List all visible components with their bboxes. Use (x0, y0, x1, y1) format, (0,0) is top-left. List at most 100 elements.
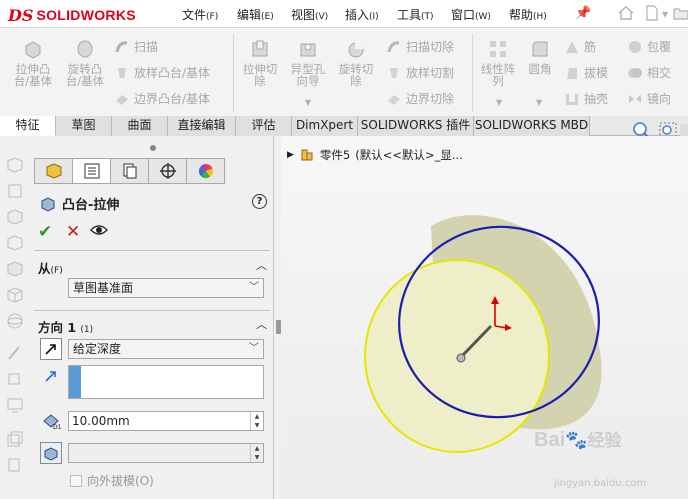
tab-solidworks-mbd[interactable]: SOLIDWORKS MBD (474, 116, 590, 136)
reverse-direction-icon (45, 344, 56, 355)
hole-wizard-icon (300, 43, 316, 57)
view-wire-icon[interactable] (6, 286, 24, 304)
tab-dimxpert-manager[interactable] (148, 158, 187, 184)
view-cube-icon[interactable] (6, 156, 24, 174)
boundary-cut-button[interactable]: 边界切除 (386, 90, 454, 107)
tab-display-manager[interactable] (186, 158, 225, 184)
tab-solidworks-addins[interactable]: SOLIDWORKS 插件 (358, 116, 474, 136)
wrap-button[interactable]: 包覆 (627, 38, 671, 55)
view-front-icon[interactable] (6, 182, 24, 200)
sweep-button[interactable]: 扫描 (114, 38, 158, 55)
shell-button[interactable]: 抽壳 (564, 90, 608, 107)
extrude-preview-canvas (364, 215, 602, 453)
ok-button[interactable]: ✔ (38, 222, 52, 242)
view-top-icon[interactable] (6, 208, 24, 226)
spinner-up-icon[interactable]: ▲ (250, 444, 263, 453)
section-divider (34, 250, 270, 251)
open-folder-icon[interactable] (672, 4, 688, 22)
preview-eye-icon[interactable] (90, 223, 108, 237)
menu-edit[interactable]: 编辑(E) (237, 6, 274, 23)
chevron-down-icon[interactable]: ▼ (536, 98, 542, 107)
boundary-boss-button[interactable]: 边界凸台/基体 (114, 90, 210, 107)
draft-outward-checkbox[interactable] (70, 474, 82, 487)
revolve-cut-button[interactable]: 旋转切除 (334, 38, 378, 87)
from-select[interactable]: 草图基准面 ﹀ (68, 278, 264, 298)
direction1-section-header[interactable]: 方向 1 (1) (38, 317, 93, 336)
draft-angle-input[interactable]: ▲ ▼ (68, 443, 264, 463)
chevron-up-icon[interactable]: ︿ (256, 316, 267, 332)
loft-boss-button[interactable]: 放样凸台/基体 (114, 64, 210, 81)
draft-outward-option[interactable]: 向外拔模(O) (70, 472, 154, 489)
intersect-button[interactable]: 相交 (627, 64, 671, 81)
revolve-boss-button[interactable]: 旋转凸台/基体 (62, 38, 108, 87)
linear-pattern-button[interactable]: 线性阵列 (478, 38, 518, 87)
draft-toggle-button[interactable] (40, 442, 62, 464)
pin-icon[interactable]: 📌 (575, 6, 591, 21)
spinner-up-icon[interactable]: ▲ (250, 412, 263, 421)
spinner-down-icon[interactable]: ▼ (250, 453, 263, 462)
edit-tool-icon[interactable] (6, 370, 24, 388)
panel-grip-handle[interactable] (150, 145, 156, 151)
chevron-down-icon[interactable]: ▼ (305, 98, 311, 107)
from-section-header[interactable]: 从(F) (38, 258, 63, 277)
depth-input[interactable]: 10.00mm ▲ ▼ (68, 411, 264, 431)
view-sphere-icon[interactable] (6, 312, 24, 330)
ribbon-separator (472, 34, 473, 112)
feature-title: 凸台-拉伸 (40, 194, 119, 213)
menu-view[interactable]: 视图(V) (291, 6, 328, 23)
fillet-button[interactable]: 圆角 (524, 38, 556, 75)
menu-insert[interactable]: 插入(I) (345, 6, 379, 23)
menu-tools[interactable]: 工具(T) (397, 6, 434, 23)
layers-icon[interactable] (6, 430, 24, 448)
tab-features[interactable]: 特征 (0, 116, 56, 136)
view-right-icon[interactable] (6, 234, 24, 252)
tab-feature-manager[interactable] (34, 158, 73, 184)
mirror-button[interactable]: 镜向 (627, 90, 671, 107)
hole-wizard-button[interactable]: 异型孔向导 (286, 38, 330, 87)
chevron-down-icon[interactable]: ▼ (496, 98, 502, 107)
monitor-icon[interactable] (6, 396, 24, 414)
menu-help[interactable]: 帮助(H) (509, 6, 547, 23)
sketch-tool-icon[interactable] (6, 344, 24, 362)
chevron-down-icon[interactable]: ▼ (662, 10, 668, 19)
spinner-down-icon[interactable]: ▼ (250, 421, 263, 430)
new-document-icon[interactable] (643, 4, 661, 22)
reverse-direction-button[interactable] (40, 338, 62, 360)
chevron-down-icon: ﹀ (249, 282, 259, 293)
help-icon[interactable]: ? (252, 194, 267, 209)
loft-cut-button[interactable]: 放样切割 (386, 64, 454, 81)
tab-direct-editing[interactable]: 直接编辑 (168, 116, 236, 136)
direction-reference-field[interactable] (68, 365, 264, 399)
solidworks-logo[interactable]: DS SOLIDWORKS (8, 4, 136, 26)
rib-button[interactable]: 筋 (564, 38, 596, 55)
menu-file[interactable]: 文件(F) (182, 6, 218, 23)
ribbon-separator (233, 34, 234, 112)
tab-dimxpert[interactable]: DimXpert (292, 116, 358, 136)
handle-ball-icon[interactable] (456, 353, 466, 363)
graphics-area[interactable]: ▶ 零件5 (默认<<默认>_显... (281, 136, 688, 499)
draft-button[interactable]: 拔模 (564, 64, 608, 81)
chevron-up-icon[interactable]: ︿ (256, 257, 267, 273)
color-wheel-icon (198, 163, 213, 179)
sweep-cut-button[interactable]: 扫描切除 (386, 38, 454, 55)
feature-title-text: 凸台-拉伸 (62, 198, 120, 213)
cancel-button[interactable]: ✕ (66, 222, 80, 242)
crosshair-icon (159, 163, 176, 179)
end-condition-select[interactable]: 给定深度 ﹀ (68, 339, 264, 359)
wrap-icon (629, 40, 641, 53)
loft-boss-icon (118, 67, 126, 78)
tab-configuration-manager[interactable] (110, 158, 149, 184)
home-icon[interactable] (617, 4, 635, 22)
mirror-icon (629, 94, 641, 103)
tab-surfaces[interactable]: 曲面 (112, 116, 168, 136)
extrude-cut-button[interactable]: 拉伸切除 (238, 38, 282, 87)
view-iso-icon[interactable] (6, 260, 24, 278)
copy-icon[interactable] (6, 456, 24, 474)
property-list-icon (84, 163, 99, 179)
tab-evaluate[interactable]: 评估 (236, 116, 292, 136)
draft-outward-label: 向外拔模(O) (87, 474, 154, 488)
menu-window[interactable]: 窗口(W) (451, 6, 491, 23)
tab-sketch[interactable]: 草图 (56, 116, 112, 136)
extrude-boss-button[interactable]: 拉伸凸台/基体 (10, 38, 56, 87)
tab-property-manager[interactable] (72, 158, 111, 184)
